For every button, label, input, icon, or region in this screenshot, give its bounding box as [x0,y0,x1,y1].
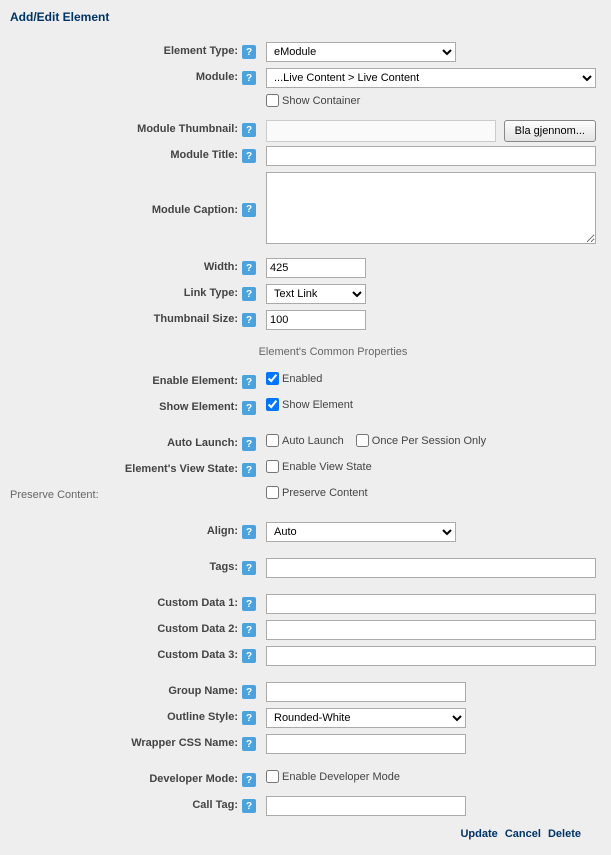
view-state-text: Enable View State [282,461,372,473]
module-caption-textarea[interactable] [266,172,596,244]
show-element-checkbox[interactable] [266,398,279,411]
help-icon[interactable]: ? [242,401,256,415]
view-state-checkbox[interactable] [266,460,279,473]
common-properties-header: Element's Common Properties [10,346,596,358]
preserve-content-wrapper[interactable]: Preserve Content [266,486,368,499]
thumbnail-size-label: Thumbnail Size: [154,313,238,325]
help-icon[interactable]: ? [242,45,256,59]
help-icon[interactable]: ? [242,711,256,725]
help-icon[interactable]: ? [242,649,256,663]
help-icon[interactable]: ? [242,313,256,327]
auto-launch-wrapper[interactable]: Auto Launch [266,434,344,447]
help-icon[interactable]: ? [242,261,256,275]
help-icon[interactable]: ? [242,799,256,813]
element-type-select[interactable]: eModule [266,42,456,62]
link-type-select[interactable]: Text Link [266,284,366,304]
custom-data-3-input[interactable] [266,646,596,666]
help-icon[interactable]: ? [242,375,256,389]
module-label: Module: [196,71,238,83]
module-caption-label: Module Caption: [152,204,238,216]
show-element-label: Show Element: [159,401,238,413]
show-element-text: Show Element [282,399,353,411]
add-edit-element-panel: Add/Edit Element Element Type: ? eModule… [0,0,611,855]
thumbnail-preview [266,120,496,142]
view-state-label: Element's View State: [125,463,238,475]
view-state-wrapper[interactable]: Enable View State [266,460,372,473]
enable-element-label: Enable Element: [152,375,238,387]
wrapper-css-input[interactable] [266,734,466,754]
enabled-checkbox[interactable] [266,372,279,385]
module-select[interactable]: ...Live Content > Live Content [266,68,596,88]
help-icon[interactable]: ? [242,525,256,539]
help-icon[interactable]: ? [242,463,256,477]
help-icon[interactable]: ? [242,685,256,699]
developer-mode-wrapper[interactable]: Enable Developer Mode [266,770,400,783]
help-icon[interactable]: ? [242,737,256,751]
tags-label: Tags: [209,561,238,573]
update-button[interactable]: Update [460,828,497,840]
once-per-session-text: Once Per Session Only [372,435,486,447]
outline-style-select[interactable]: Rounded-White [266,708,466,728]
preserve-content-text: Preserve Content [282,487,368,499]
action-bar: Update Cancel Delete [10,828,596,840]
align-label: Align: [207,525,238,537]
thumbnail-size-input[interactable] [266,310,366,330]
help-icon[interactable]: ? [242,623,256,637]
call-tag-input[interactable] [266,796,466,816]
auto-launch-text: Auto Launch [282,435,344,447]
module-title-input[interactable] [266,146,596,166]
custom-data-3-label: Custom Data 3: [157,649,238,661]
help-icon[interactable]: ? [242,71,256,85]
show-element-wrapper[interactable]: Show Element [266,398,353,411]
width-input[interactable] [266,258,366,278]
module-title-label: Module Title: [170,149,238,161]
show-container-text: Show Container [282,95,360,107]
outline-style-label: Outline Style: [167,711,238,723]
help-icon[interactable]: ? [242,561,256,575]
browse-button[interactable]: Bla gjennom... [504,120,596,142]
width-label: Width: [204,261,238,273]
enabled-wrapper[interactable]: Enabled [266,372,322,385]
help-icon[interactable]: ? [242,597,256,611]
developer-mode-text: Enable Developer Mode [282,771,400,783]
help-icon[interactable]: ? [242,149,256,163]
custom-data-1-input[interactable] [266,594,596,614]
module-thumbnail-label: Module Thumbnail: [137,123,238,135]
show-container-wrapper[interactable]: Show Container [266,94,360,107]
help-icon[interactable]: ? [242,123,256,137]
once-per-session-checkbox[interactable] [356,434,369,447]
enabled-text: Enabled [282,373,322,385]
delete-button[interactable]: Delete [548,828,581,840]
custom-data-2-input[interactable] [266,620,596,640]
auto-launch-checkbox[interactable] [266,434,279,447]
group-name-label: Group Name: [168,685,238,697]
developer-mode-label: Developer Mode: [149,773,238,785]
call-tag-label: Call Tag: [192,799,238,811]
group-name-input[interactable] [266,682,466,702]
preserve-content-checkbox[interactable] [266,486,279,499]
cancel-button[interactable]: Cancel [505,828,541,840]
element-type-label: Element Type: [164,45,238,57]
show-container-checkbox[interactable] [266,94,279,107]
custom-data-2-label: Custom Data 2: [157,623,238,635]
wrapper-css-label: Wrapper CSS Name: [131,737,238,749]
help-icon[interactable]: ? [242,437,256,451]
tags-input[interactable] [266,558,596,578]
developer-mode-checkbox[interactable] [266,770,279,783]
once-per-session-wrapper[interactable]: Once Per Session Only [356,434,486,447]
panel-title: Add/Edit Element [10,10,596,24]
link-type-label: Link Type: [184,287,238,299]
help-icon[interactable]: ? [242,203,256,217]
preserve-content-label: Preserve Content: [10,489,99,501]
auto-launch-label: Auto Launch: [167,437,238,449]
custom-data-1-label: Custom Data 1: [157,597,238,609]
align-select[interactable]: Auto [266,522,456,542]
help-icon[interactable]: ? [242,287,256,301]
